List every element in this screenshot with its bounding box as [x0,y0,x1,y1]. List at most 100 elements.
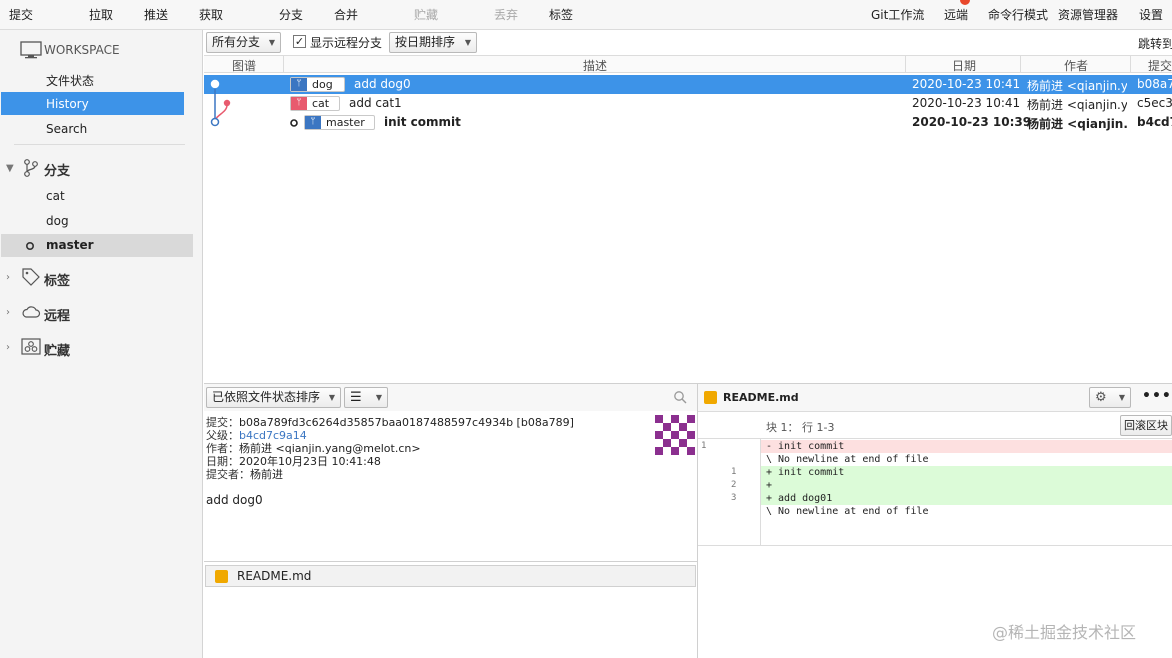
push-button[interactable]: 推送 [144,6,168,23]
pull-button[interactable]: 拉取 [89,6,113,23]
commit-row[interactable]: ᛘ master init commit 2020-10-23 10:39 杨前… [204,113,1172,132]
show-remote-label[interactable]: 显示远程分支 [310,34,382,51]
chevron-down-icon: ▼ [328,393,335,402]
commit-button[interactable]: 提交 [9,6,33,23]
commit-hash: b08a7 [1137,77,1172,91]
old-line-number: 1 [701,441,707,451]
diff-line: \ No newline at end of file [766,506,929,517]
sidebar-item-branch-master[interactable]: master [46,238,94,252]
graph-node [210,117,220,127]
commit-hash: b4cd7 [1137,115,1172,129]
remote-button[interactable]: 远端 [944,6,968,23]
col-commit[interactable]: 提交 [1148,57,1172,74]
commit-info: 提交：b08a789fd3c6264d35857baa0187488597c49… [206,416,696,507]
tag-button[interactable]: 标签 [549,6,573,23]
tags-label[interactable]: 标签 [44,270,70,289]
fetch-button[interactable]: 获取 [199,6,223,23]
branch-icon: ᛘ [291,78,307,91]
branch-label-text: cat [312,97,330,110]
gear-icon: ⚙ [1095,390,1107,405]
file-sort-dropdown[interactable]: 已依照文件状态排序 ▼ [206,387,341,408]
merge-button[interactable]: 合并 [334,6,358,23]
branch-filter-dropdown[interactable]: 所有分支 ▼ [206,32,281,53]
chevron-down-icon: ▼ [464,38,471,47]
col-date[interactable]: 日期 [952,57,976,74]
col-graph[interactable]: 图谱 [232,57,256,74]
commit-message: add dog0 [354,77,411,91]
graph-node [210,79,220,89]
pane-divider[interactable] [697,384,698,658]
commit-date: 2020-10-23 10:41 [912,77,1021,91]
graph-node [223,99,231,107]
chevron-down-icon: ▼ [375,393,382,402]
commit-graph [210,79,231,127]
chevron-down-icon[interactable]: ▼ [6,163,14,174]
remote-badge [960,0,970,5]
stashes-label[interactable]: 贮藏 [44,340,70,359]
sort-dropdown[interactable]: 按日期排序 ▼ [389,32,477,53]
current-branch-dot-icon [25,241,35,251]
history-column-header: 图谱 描述 日期 作者 提交 [204,55,1172,73]
branch-icon: ᛘ [291,97,307,110]
branch-filter-value: 所有分支 [212,35,261,49]
chevron-right-icon[interactable]: › [6,272,10,283]
chevron-right-icon[interactable]: › [6,307,10,318]
sidebar-item-history-highlight[interactable] [1,92,184,115]
commit-author: 杨前进 <qianjin.y [1027,79,1127,93]
sidebar-item-branch-cat[interactable]: cat [46,189,65,203]
branch-icon: ᛘ [305,116,321,129]
author-value: 杨前进 <qianjin.yang@melot.cn> [239,442,421,455]
more-icon[interactable]: ••• [1142,388,1172,404]
file-list-item[interactable]: README.md [205,565,696,587]
revert-hunk-button[interactable]: 回滚区块 [1120,415,1172,436]
view-mode-dropdown[interactable]: ☰ ▼ [344,387,388,408]
show-remote-checkbox[interactable]: ✓ [293,35,306,48]
hunk-header: 块 1： 行 1-3 [766,421,835,434]
discard-button[interactable]: 丢弃 [494,6,518,23]
gitflow-button[interactable]: Git工作流 [871,6,924,23]
diff-line: \ No newline at end of file [766,454,929,465]
sidebar-item-file-status[interactable]: 文件状态 [46,72,94,89]
file-icon [215,570,228,583]
monitor-icon [20,41,42,59]
divider [698,411,1172,412]
terminal-button[interactable]: 命令行模式 [988,6,1048,23]
col-sep [1020,56,1021,73]
settings-button[interactable]: 设置 [1139,6,1163,23]
chevron-right-icon[interactable]: › [6,342,10,353]
col-desc[interactable]: 描述 [583,57,607,74]
diff-settings-dropdown[interactable]: ⚙ ▼ [1089,387,1131,408]
branch-button[interactable]: 分支 [279,6,303,23]
stash-button[interactable]: 贮藏 [414,6,438,23]
commit-full-message: add dog0 [206,493,263,507]
parent-link[interactable]: b4cd7c9a14 [239,429,307,442]
commit-row[interactable]: ᛘ dog add dog0 2020-10-23 10:41 杨前进 <qia… [204,75,1172,94]
file-sort-value: 已依照文件状态排序 [212,390,321,404]
sidebar-item-branch-dog[interactable]: dog [46,214,69,228]
sidebar-item-history[interactable]: History [46,97,89,111]
author-key: 作者： [206,442,239,455]
col-sep [905,56,906,73]
sidebar-item-search[interactable]: Search [46,122,87,136]
revert-hunk-label: 回滚区块 [1124,419,1168,432]
tag-icon [22,268,40,286]
avatar [655,415,695,455]
new-line-number: 3 [731,493,737,503]
sort-value: 按日期排序 [395,35,456,49]
commit-sha: b08a789fd3c6264d35857baa0187488597c4934b… [239,416,574,429]
remotes-label[interactable]: 远程 [44,305,70,324]
date-key: 日期： [206,455,239,468]
jump-to-label[interactable]: 跳转到 [1138,35,1172,52]
commit-row[interactable]: ᛘ cat add cat1 2020-10-23 10:41 杨前进 <qia… [204,94,1172,113]
col-author[interactable]: 作者 [1064,57,1088,74]
explorer-button[interactable]: 资源管理器 [1058,6,1118,23]
sidebar-divider [14,144,185,145]
divider [204,561,697,562]
divider [698,545,1172,546]
diff-line: + init commit [761,466,1172,479]
branch-label-text: dog [312,78,333,91]
new-line-number: 2 [731,480,737,490]
col-sep [1130,56,1131,73]
search-icon[interactable] [673,390,687,404]
branch-label-master: ᛘ master [304,115,375,130]
